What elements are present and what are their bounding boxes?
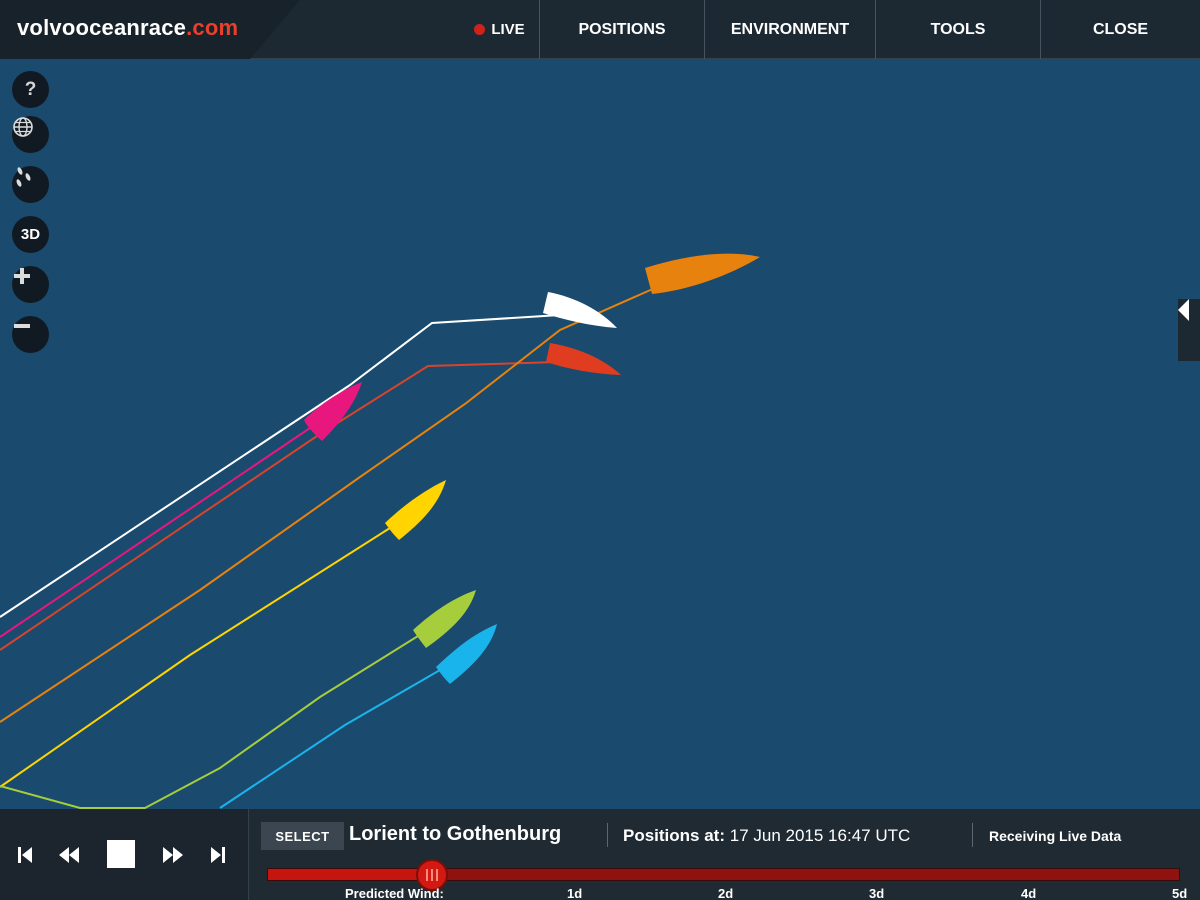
globe-button[interactable] (12, 116, 49, 153)
divider (972, 823, 973, 847)
race-map[interactable]: ? 3D (0, 60, 1200, 809)
timeline-tick: 5d (1172, 886, 1188, 900)
boat-green[interactable] (413, 590, 476, 648)
zoom-in-button[interactable] (12, 266, 49, 303)
timeline-tick: 2d (718, 886, 734, 900)
positions-label: Positions at: (623, 826, 726, 845)
nav-close[interactable]: CLOSE (1040, 0, 1200, 59)
boat-orange[interactable] (645, 253, 760, 294)
track-yellow (0, 527, 391, 788)
boat-magenta[interactable] (304, 382, 362, 441)
help-button[interactable]: ? (12, 71, 49, 108)
site-logo: volvooceanrace.com (17, 15, 238, 41)
race-tracker-app: volvooceanrace.com LIVE POSITIONS ENVIRO… (0, 0, 1200, 900)
timeline-tick: 1d (567, 886, 583, 900)
nav-close-label: CLOSE (1092, 20, 1149, 38)
help-icon: ? (24, 78, 37, 100)
minus-icon (14, 324, 30, 328)
timeline-tick: 4d (1021, 886, 1037, 900)
logo-accent-text: .com (186, 15, 239, 40)
boat-red[interactable] (546, 343, 621, 375)
track-white (0, 314, 561, 618)
live-dot-icon (474, 24, 486, 35)
zoom-out-button[interactable] (12, 316, 49, 353)
live-data-status: Receiving Live Data (989, 828, 1122, 844)
live-indicator[interactable]: LIVE (460, 0, 539, 59)
skip-end-button[interactable] (207, 841, 229, 869)
stop-button[interactable] (106, 839, 136, 869)
track-green (0, 635, 419, 809)
live-label: LIVE (491, 21, 525, 38)
stop-icon (107, 840, 135, 868)
skip-end-icon (211, 847, 225, 863)
3d-view-button[interactable]: 3D (12, 216, 49, 253)
track-red (0, 361, 559, 651)
skip-start-button[interactable] (14, 841, 36, 869)
fleet-button[interactable] (12, 166, 49, 203)
tracks-layer (0, 253, 760, 809)
top-bar: volvooceanrace.com LIVE POSITIONS ENVIRO… (0, 0, 1200, 59)
positions-timestamp: Positions at: 17 Jun 2015 16:47 UTC (623, 826, 910, 846)
chevron-left-icon (1178, 299, 1189, 321)
nav-environment[interactable]: ENVIRONMENT (704, 0, 875, 59)
timeline-track[interactable] (267, 868, 1180, 881)
leg-title: Lorient to Gothenburg (349, 823, 562, 845)
nav-environment-label: ENVIRONMENT (730, 20, 850, 38)
boats-icon (16, 167, 31, 187)
predicted-wind-label: Predicted Wind: (345, 886, 444, 900)
timeline-progress (268, 869, 432, 880)
rewind-button[interactable] (56, 841, 82, 869)
side-panel-toggle[interactable] (1178, 299, 1200, 361)
fast-forward-icon (163, 847, 183, 863)
playback-controls (0, 809, 249, 900)
plus-icon (14, 268, 30, 284)
bottom-panel: SELECT Lorient to Gothenburg Positions a… (0, 809, 1200, 900)
divider (607, 823, 608, 847)
logo-block[interactable]: volvooceanrace.com (0, 0, 300, 59)
logo-main-text: volvooceanrace (17, 15, 187, 40)
timeline-tick: 3d (869, 886, 885, 900)
boat-yellow[interactable] (385, 480, 446, 540)
globe-icon (13, 117, 33, 137)
rewind-icon (59, 847, 79, 863)
positions-time: 17 Jun 2015 16:47 UTC (729, 826, 911, 845)
skip-start-icon (18, 847, 32, 863)
nav-tools[interactable]: TOOLS (875, 0, 1040, 59)
3d-label: 3D (20, 226, 41, 243)
track-magenta (0, 427, 311, 638)
nav-positions-label: POSITIONS (578, 20, 666, 38)
nav-tools-label: TOOLS (930, 20, 986, 38)
fast-forward-button[interactable] (160, 841, 186, 869)
nav-positions[interactable]: POSITIONS (539, 0, 704, 59)
select-leg-button[interactable]: SELECT (261, 822, 344, 850)
